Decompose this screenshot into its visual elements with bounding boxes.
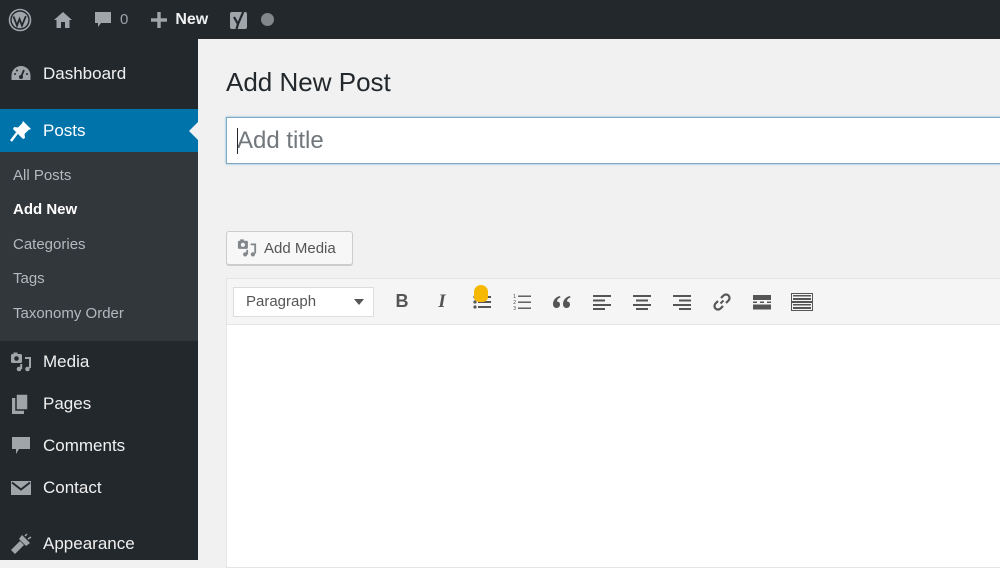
yoast-icon: [230, 9, 248, 29]
comment-bubble-icon: [95, 11, 111, 27]
comments-icon: [10, 435, 32, 457]
read-more-button[interactable]: [742, 287, 782, 317]
format-select-value: Paragraph: [246, 293, 317, 310]
yoast-seo-menu[interactable]: [217, 0, 283, 39]
media-icon: [10, 351, 32, 373]
home-icon: [54, 11, 72, 28]
admin-sidebar: Dashboard Posts All Posts Add New Catego…: [0, 39, 198, 560]
sidebar-item-label: Comments: [43, 435, 126, 455]
bold-button[interactable]: B: [382, 287, 422, 317]
admin-bar: 0 New: [0, 0, 1000, 39]
wordpress-menu[interactable]: [0, 0, 41, 39]
editor-content-area[interactable]: [227, 325, 1000, 567]
link-icon: [713, 292, 731, 311]
submenu-add-new[interactable]: Add New: [0, 193, 198, 228]
sidebar-item-pages[interactable]: Pages: [0, 383, 198, 425]
main-content: Add New Post Add Media Paragraph B I: [198, 39, 1000, 568]
bulleted-list-button[interactable]: [462, 284, 502, 317]
text-cursor: [237, 128, 238, 154]
site-home-link[interactable]: [41, 0, 82, 39]
numbered-list-icon: 1 2 3: [513, 294, 531, 311]
tour-highlight-marker: [474, 284, 488, 302]
sidebar-item-label: Pages: [43, 393, 92, 413]
new-label: New: [175, 10, 209, 28]
keyboard-toolbar-toggle-icon: [791, 292, 813, 311]
wordpress-logo-icon: [8, 8, 32, 31]
pages-icon: [10, 392, 32, 415]
sidebar-item-posts[interactable]: Posts: [0, 109, 198, 152]
sidebar-item-label: Posts: [43, 120, 86, 140]
blockquote-icon: [553, 295, 571, 308]
numbered-list-button[interactable]: 1 2 3: [502, 287, 542, 317]
comments-count: 0: [120, 11, 129, 28]
bold-icon: B: [395, 291, 409, 311]
sidebar-item-label: Contact: [43, 477, 102, 497]
sidebar-item-comments[interactable]: Comments: [0, 425, 198, 467]
classic-editor: Paragraph B I 1 2 3: [226, 278, 1000, 568]
new-content-menu[interactable]: New: [137, 0, 217, 39]
post-title-input[interactable]: [226, 117, 1000, 164]
add-media-button[interactable]: Add Media: [226, 231, 353, 265]
page-title: Add New Post: [226, 67, 391, 97]
insert-link-button[interactable]: [702, 287, 742, 317]
comments-link[interactable]: 0: [82, 0, 137, 39]
plus-icon: [151, 11, 168, 28]
italic-button[interactable]: I: [422, 287, 462, 317]
sidebar-item-media[interactable]: Media: [0, 341, 198, 383]
posts-submenu: All Posts Add New Categories Tags Taxono…: [0, 152, 198, 341]
blockquote-button[interactable]: [542, 287, 582, 317]
align-right-button[interactable]: [662, 287, 702, 317]
align-left-button[interactable]: [582, 287, 622, 317]
format-select[interactable]: Paragraph: [233, 286, 374, 317]
align-left-icon: [593, 294, 611, 310]
svg-text:3: 3: [513, 306, 516, 311]
pushpin-icon: [10, 120, 32, 142]
sidebar-item-label: Dashboard: [43, 64, 127, 83]
toolbar-toggle-button[interactable]: [782, 287, 822, 317]
sidebar-item-dashboard[interactable]: Dashboard: [0, 39, 198, 109]
dashboard-gauge-icon: [10, 63, 32, 85]
sidebar-item-label: Appearance: [43, 533, 135, 553]
editor-toolbar: Paragraph B I 1 2 3: [227, 279, 1000, 325]
align-right-icon: [673, 294, 691, 310]
submenu-categories[interactable]: Categories: [0, 227, 198, 262]
status-dot-icon: [261, 13, 275, 26]
italic-icon: I: [438, 290, 446, 312]
submenu-tags[interactable]: Tags: [0, 262, 198, 297]
dropdown-arrow-icon: [354, 298, 364, 305]
read-more-icon: [753, 294, 771, 309]
media-icon: [237, 239, 257, 257]
sidebar-item-appearance[interactable]: Appearance: [0, 523, 198, 565]
add-media-label: Add Media: [264, 239, 336, 257]
envelope-icon: [10, 477, 32, 499]
sidebar-item-label: Media: [43, 351, 90, 371]
align-center-button[interactable]: [622, 287, 662, 317]
sidebar-item-contact[interactable]: Contact: [0, 467, 198, 509]
align-center-icon: [633, 294, 651, 310]
paintbrush-icon: [10, 532, 32, 555]
submenu-taxonomy-order[interactable]: Taxonomy Order: [0, 296, 198, 331]
menu-separator: [0, 509, 198, 523]
submenu-all-posts[interactable]: All Posts: [0, 158, 198, 193]
